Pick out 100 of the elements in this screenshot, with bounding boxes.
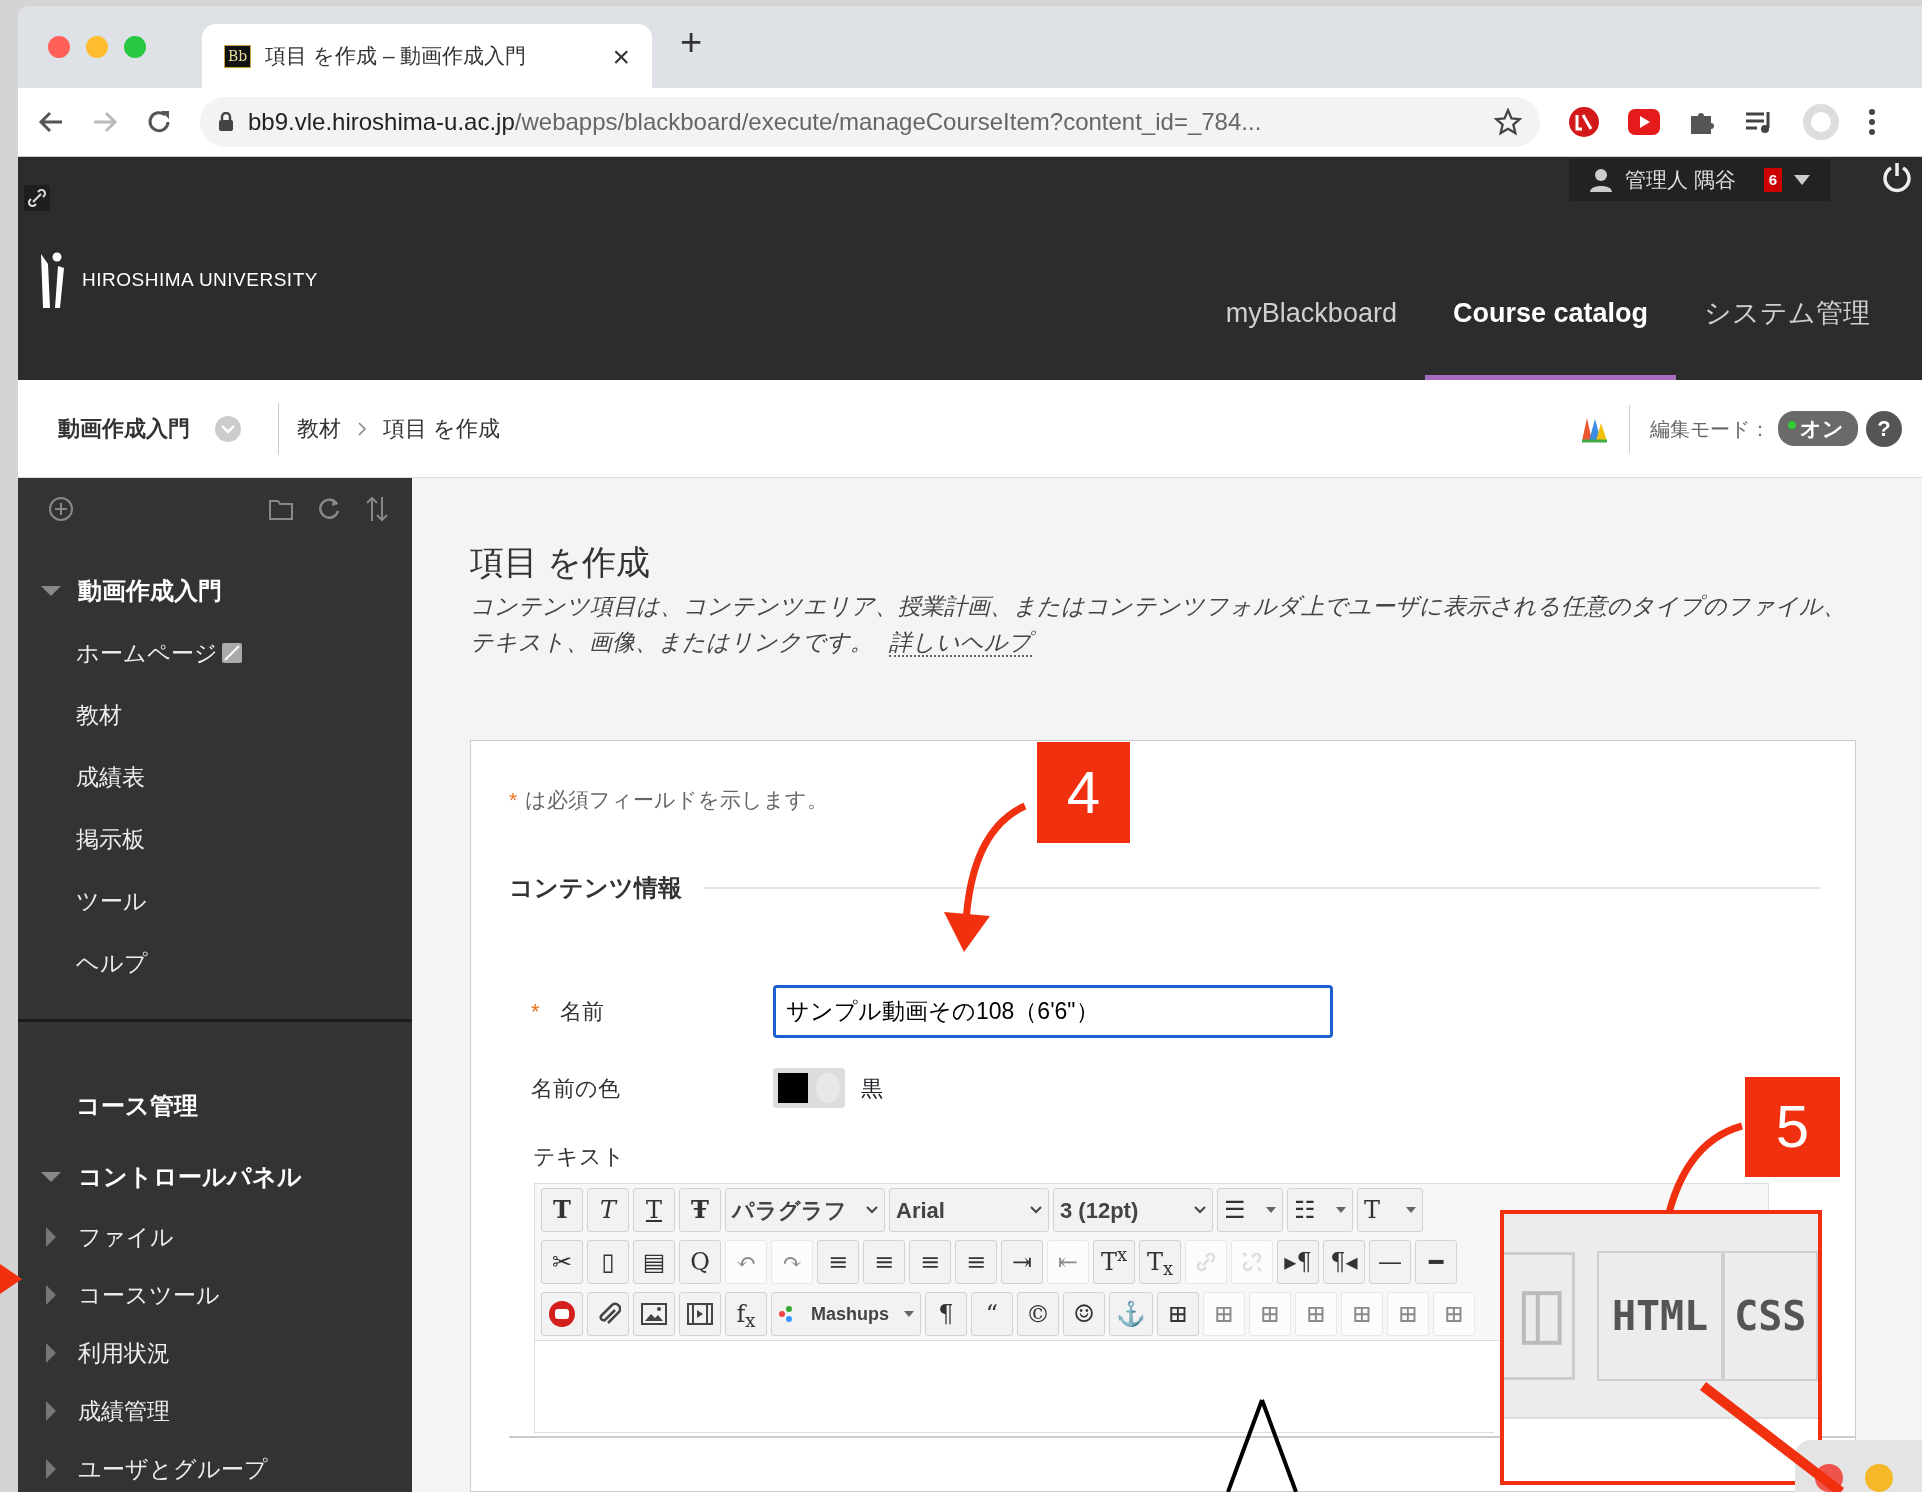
dropdown-caret-icon: [1194, 1206, 1206, 1214]
menu-item[interactable]: 成績表: [76, 759, 145, 795]
address-bar[interactable]: bb9.vle.hiroshima-u.ac.jp/webapps/blackboard/execute/manageCourseItem?content_id=_784...: [200, 97, 1540, 147]
toolbar-button[interactable]: —: [1369, 1240, 1411, 1284]
toolbar-button[interactable]: [679, 1292, 721, 1336]
menu-item[interactable]: 掲示板: [76, 821, 145, 857]
tab-close-button[interactable]: ×: [612, 33, 630, 79]
toolbar-button[interactable]: f$_{x}$: [725, 1292, 767, 1336]
refresh-icon[interactable]: [316, 496, 342, 522]
menu-item[interactable]: ファイル: [78, 1219, 174, 1255]
link-icon[interactable]: [24, 185, 50, 211]
required-mark: *: [531, 998, 540, 1026]
arrow-tip-icon: [0, 1264, 22, 1294]
media-icon: [687, 1303, 713, 1325]
caret-icon[interactable]: [1794, 175, 1810, 185]
toolbar-button[interactable]: ▯: [587, 1240, 629, 1284]
toolbar-button[interactable]: [587, 1292, 629, 1336]
menu-item[interactable]: コースツール: [78, 1277, 220, 1313]
new-tab-button[interactable]: +: [680, 13, 703, 71]
toolbar-button[interactable]: Q: [679, 1240, 721, 1284]
dropdown-caret-icon: [1406, 1207, 1416, 1213]
split-button[interactable]: ☷: [1287, 1188, 1353, 1232]
dropdown-select[interactable]: 3 (12pt): [1053, 1188, 1213, 1232]
video-icon: [548, 1300, 576, 1328]
dropdown-caret-icon: [904, 1311, 914, 1317]
toolbar-button[interactable]: ⚓: [1109, 1292, 1153, 1336]
help-button[interactable]: ?: [1866, 410, 1902, 447]
logo-text: HIROSHIMA UNIVERSITY: [82, 267, 318, 292]
toolbar-button[interactable]: Ŧ: [679, 1188, 721, 1232]
window-close-button[interactable]: [48, 36, 70, 58]
extension-icon[interactable]: [1568, 106, 1600, 138]
menu-item[interactable]: 教材: [76, 697, 122, 733]
field-label: テキスト: [533, 1144, 625, 1169]
split-button[interactable]: ☰: [1217, 1188, 1283, 1232]
menu-item[interactable]: ホームページ: [76, 635, 218, 671]
dropdown-caret-icon: [866, 1206, 878, 1214]
menu-icon[interactable]: [1868, 108, 1876, 136]
menu-section-title[interactable]: コントロールパネル: [78, 1159, 302, 1195]
toolbar-button[interactable]: ▸¶: [1277, 1240, 1319, 1284]
menu-item[interactable]: ユーザとグループ: [78, 1451, 268, 1487]
toolbar-button[interactable]: ¶: [925, 1292, 967, 1336]
video-extension-icon[interactable]: [1628, 109, 1660, 135]
toolbar-button[interactable]: ¶◂: [1323, 1240, 1365, 1284]
toolbar-button[interactable]: ≡: [817, 1240, 859, 1284]
split-button[interactable]: T: [1357, 1188, 1423, 1232]
toolbar-button[interactable]: T$_{x}$: [1139, 1240, 1181, 1284]
url-text: bb9.vle.hiroshima-u.ac.jp/webapps/blackboard/execute/manageCourseItem?content_id=_784...: [248, 107, 1263, 137]
name-input[interactable]: サンプル動画その108（6'6"）: [773, 985, 1333, 1038]
image-icon: [641, 1303, 667, 1325]
dropdown-caret-icon: [1336, 1207, 1346, 1213]
star-icon[interactable]: [1494, 108, 1522, 136]
chevron-right-icon: [357, 421, 367, 436]
menu-section-title[interactable]: 動画作成入門: [78, 573, 222, 609]
toolbar-button[interactable]: ≡: [909, 1240, 951, 1284]
menu-item[interactable]: 成績管理: [78, 1393, 170, 1429]
toolbar-button[interactable]: ⊞: [1157, 1292, 1199, 1336]
course-title[interactable]: 動画作成入門: [58, 412, 190, 445]
toolbar-button[interactable]: T$^{x}$: [1093, 1240, 1135, 1284]
toolbar-button[interactable]: ✂: [541, 1240, 583, 1284]
folder-icon[interactable]: [268, 497, 294, 521]
power-icon[interactable]: [1882, 161, 1912, 193]
field-label: 名前の色: [531, 1074, 620, 1103]
browser-tab[interactable]: Bb 項目 を作成 – 動画作成入門 ×: [202, 24, 652, 88]
toolbar-button[interactable]: ▤: [633, 1240, 675, 1284]
toolbar-button[interactable]: ⇥: [1001, 1240, 1043, 1284]
back-icon[interactable]: [38, 109, 64, 135]
required-note: は必須フィールドを示します。: [525, 788, 829, 811]
lock-icon: [218, 112, 234, 132]
dropdown-caret-icon: [1030, 1206, 1042, 1214]
toolbar-button[interactable]: [541, 1292, 583, 1336]
sort-icon[interactable]: [364, 495, 390, 523]
nav-tab[interactable]: システム管理: [1676, 292, 1898, 380]
toolbar-button[interactable]: ≡: [955, 1240, 997, 1284]
color-name: 黒: [861, 1074, 883, 1103]
dropdown-select[interactable]: Arial: [889, 1188, 1049, 1232]
toolbar-button[interactable]: ━: [1415, 1240, 1457, 1284]
toolbar-button[interactable]: [633, 1292, 675, 1336]
dropdown-select[interactable]: パラグラフ: [725, 1188, 885, 1232]
menu-item[interactable]: ヘルプ: [76, 945, 148, 981]
user-name[interactable]: 管理人 隅谷: [1624, 164, 1736, 196]
toolbar-button[interactable]: T: [587, 1188, 629, 1232]
nav-tab[interactable]: myBlackboard: [1197, 292, 1425, 380]
mashups-button[interactable]: Mashups: [771, 1292, 921, 1336]
page-description: コンテンツ項目は、コンテンツエリア、授業計画、またはコンテンツフォルダ上でユーザに表示される任意のタイプのファイル、テキスト、画像、またはリンクです。 詳しいヘルプ: [470, 592, 1847, 659]
toolbar-button[interactable]: T: [633, 1188, 675, 1232]
toolbar-button[interactable]: ©: [1017, 1292, 1059, 1336]
toolbar-button[interactable]: “: [971, 1292, 1013, 1336]
toolbar-button[interactable]: ☺: [1063, 1292, 1105, 1336]
menu-item[interactable]: ツール: [76, 883, 147, 919]
dropdown-caret-icon: [1266, 1207, 1276, 1213]
toolbar-button[interactable]: ≡: [863, 1240, 905, 1284]
reload-icon[interactable]: [146, 109, 172, 135]
menu-item[interactable]: 利用状況: [78, 1335, 170, 1371]
toolbar-button[interactable]: T: [541, 1188, 583, 1232]
notification-count[interactable]: 6: [1763, 167, 1782, 193]
color-picker[interactable]: [773, 1068, 845, 1108]
edit-mode-toggle[interactable]: オン: [1778, 410, 1858, 447]
field-label: 名前: [559, 998, 604, 1026]
breadcrumb-item[interactable]: 教材: [297, 412, 341, 445]
add-icon[interactable]: [48, 496, 74, 522]
